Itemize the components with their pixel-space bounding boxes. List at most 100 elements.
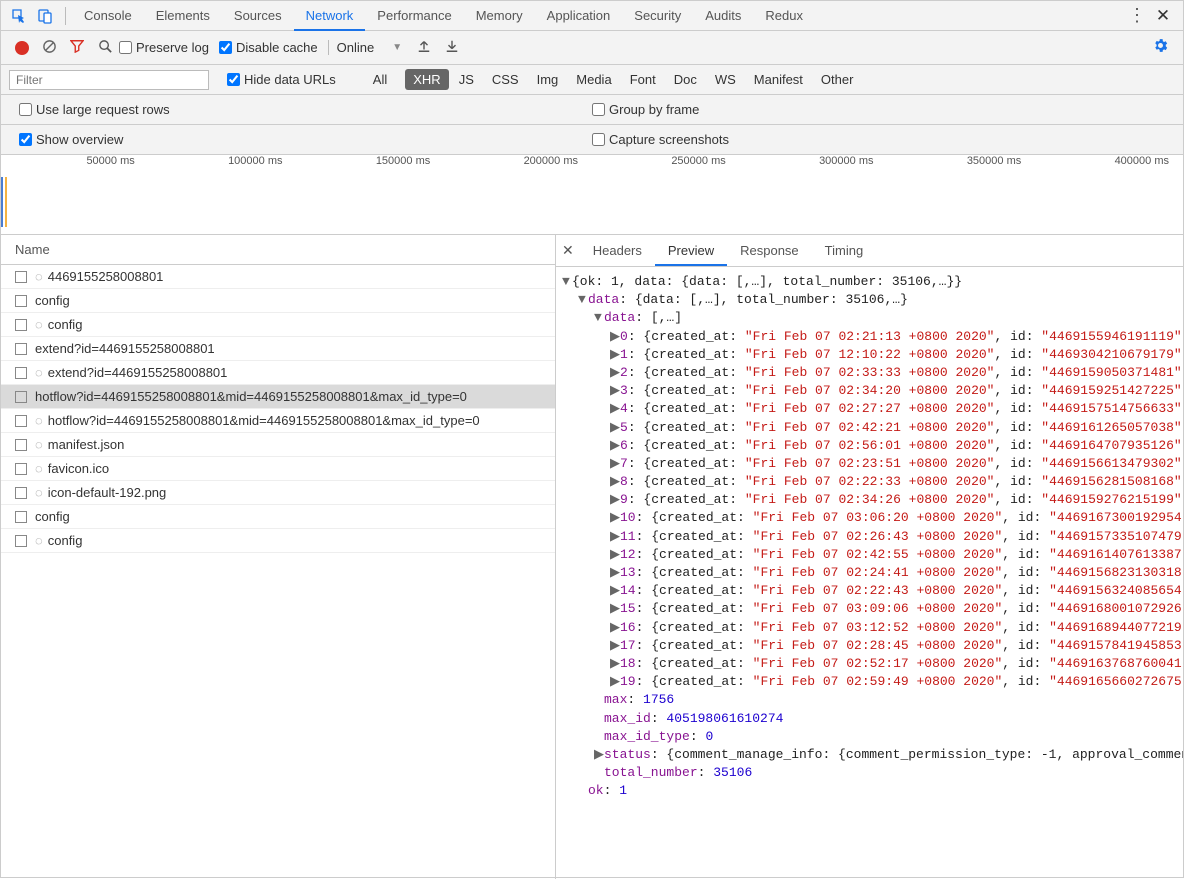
type-filter-all[interactable]: All xyxy=(365,69,395,90)
type-filter-ws[interactable]: WS xyxy=(707,69,744,90)
request-row[interactable]: ◌hotflow?id=4469155258008801&mid=4469155… xyxy=(1,409,555,433)
tree-row[interactable]: ▼data: {data: [,…], total_number: 35106,… xyxy=(560,291,1179,309)
hide-data-urls-checkbox[interactable] xyxy=(227,73,240,86)
capture-checkbox[interactable] xyxy=(592,133,605,146)
type-filter-font[interactable]: Font xyxy=(622,69,664,90)
main-tab-application[interactable]: Application xyxy=(535,2,623,29)
tree-row[interactable]: ▶15: {created_at: "Fri Feb 07 03:09:06 +… xyxy=(560,600,1179,618)
disable-cache-checkbox[interactable] xyxy=(219,41,232,54)
tree-row[interactable]: max_id_type: 0 xyxy=(560,728,1179,746)
expand-caret-icon[interactable]: ▶ xyxy=(610,346,620,364)
type-filter-media[interactable]: Media xyxy=(568,69,619,90)
main-tab-network[interactable]: Network xyxy=(294,2,366,31)
expand-caret-icon[interactable]: ▶ xyxy=(610,637,620,655)
tree-row[interactable]: ▶0: {created_at: "Fri Feb 07 02:21:13 +0… xyxy=(560,328,1179,346)
expand-caret-icon[interactable]: ▶ xyxy=(610,328,620,346)
checkbox-icon[interactable] xyxy=(15,391,27,403)
tree-row[interactable]: ▶17: {created_at: "Fri Feb 07 02:28:45 +… xyxy=(560,637,1179,655)
filter-input[interactable] xyxy=(9,70,209,90)
close-detail-icon[interactable]: ✕ xyxy=(562,242,574,259)
request-row[interactable]: ◌config xyxy=(1,529,555,553)
group-frame-checkbox[interactable] xyxy=(592,103,605,116)
expand-caret-icon[interactable]: ▶ xyxy=(610,564,620,582)
tree-row[interactable]: ▶status: {comment_manage_info: {comment_… xyxy=(560,746,1179,764)
expand-caret-icon[interactable]: ▶ xyxy=(610,655,620,673)
expand-caret-icon[interactable]: ▶ xyxy=(610,437,620,455)
tree-row[interactable]: ▶3: {created_at: "Fri Feb 07 02:34:20 +0… xyxy=(560,382,1179,400)
checkbox-icon[interactable] xyxy=(15,439,27,451)
download-icon[interactable] xyxy=(443,39,461,56)
checkbox-icon[interactable] xyxy=(15,319,27,331)
main-tab-redux[interactable]: Redux xyxy=(753,2,815,29)
expand-caret-icon[interactable]: ▶ xyxy=(610,673,620,691)
tree-row[interactable]: ▶19: {created_at: "Fri Feb 07 02:59:49 +… xyxy=(560,673,1179,691)
checkbox-icon[interactable] xyxy=(15,487,27,499)
main-tab-console[interactable]: Console xyxy=(72,2,144,29)
checkbox-icon[interactable] xyxy=(15,511,27,523)
checkbox-icon[interactable] xyxy=(15,343,27,355)
throttling-select[interactable]: Online ▼ xyxy=(328,40,410,55)
tree-row[interactable]: max_id: 405198061610274 xyxy=(560,710,1179,728)
main-tab-security[interactable]: Security xyxy=(622,2,693,29)
checkbox-icon[interactable] xyxy=(15,271,27,283)
type-filter-manifest[interactable]: Manifest xyxy=(746,69,811,90)
main-tab-performance[interactable]: Performance xyxy=(365,2,463,29)
expand-caret-icon[interactable]: ▶ xyxy=(610,419,620,437)
tree-row[interactable]: ▶6: {created_at: "Fri Feb 07 02:56:01 +0… xyxy=(560,437,1179,455)
preview-body[interactable]: ▼{ok: 1, data: {data: [,…], total_number… xyxy=(556,267,1183,879)
device-toggle-icon[interactable] xyxy=(33,4,57,28)
tree-row[interactable]: total_number: 35106 xyxy=(560,764,1179,782)
expand-caret-icon[interactable]: ▶ xyxy=(594,746,604,764)
request-row[interactable]: ◌icon-default-192.png xyxy=(1,481,555,505)
tree-row[interactable]: ▼{ok: 1, data: {data: [,…], total_number… xyxy=(560,273,1179,291)
request-row[interactable]: ◌favicon.ico xyxy=(1,457,555,481)
expand-caret-icon[interactable]: ▶ xyxy=(610,582,620,600)
detail-tab-headers[interactable]: Headers xyxy=(580,237,655,264)
request-row[interactable]: extend?id=4469155258008801 xyxy=(1,337,555,361)
expand-caret-icon[interactable]: ▶ xyxy=(610,400,620,418)
main-tab-memory[interactable]: Memory xyxy=(464,2,535,29)
tree-row[interactable]: ▶11: {created_at: "Fri Feb 07 02:26:43 +… xyxy=(560,528,1179,546)
detail-tab-timing[interactable]: Timing xyxy=(812,237,877,264)
checkbox-icon[interactable] xyxy=(15,463,27,475)
checkbox-icon[interactable] xyxy=(15,535,27,547)
detail-tab-response[interactable]: Response xyxy=(727,237,812,264)
tree-row[interactable]: ▶10: {created_at: "Fri Feb 07 03:06:20 +… xyxy=(560,509,1179,527)
kebab-menu-icon[interactable]: ⋮ xyxy=(1125,4,1149,28)
expand-caret-icon[interactable]: ▶ xyxy=(610,491,620,509)
request-row[interactable]: config xyxy=(1,505,555,529)
expand-caret-icon[interactable]: ▼ xyxy=(594,309,604,327)
filter-icon[interactable] xyxy=(68,39,86,56)
type-filter-css[interactable]: CSS xyxy=(484,69,527,90)
request-row[interactable]: config xyxy=(1,289,555,313)
request-row[interactable]: ◌extend?id=4469155258008801 xyxy=(1,361,555,385)
main-tab-audits[interactable]: Audits xyxy=(693,2,753,29)
type-filter-js[interactable]: JS xyxy=(451,69,482,90)
tree-row[interactable]: ok: 1 xyxy=(560,782,1179,800)
checkbox-icon[interactable] xyxy=(15,295,27,307)
expand-caret-icon[interactable]: ▶ xyxy=(610,382,620,400)
tree-row[interactable]: ▶9: {created_at: "Fri Feb 07 02:34:26 +0… xyxy=(560,491,1179,509)
tree-row[interactable]: ▶2: {created_at: "Fri Feb 07 02:33:33 +0… xyxy=(560,364,1179,382)
main-tab-sources[interactable]: Sources xyxy=(222,2,294,29)
show-overview-checkbox[interactable] xyxy=(19,133,32,146)
upload-icon[interactable] xyxy=(415,39,433,56)
type-filter-other[interactable]: Other xyxy=(813,69,862,90)
request-row[interactable]: hotflow?id=4469155258008801&mid=44691552… xyxy=(1,385,555,409)
tree-row[interactable]: max: 1756 xyxy=(560,691,1179,709)
expand-caret-icon[interactable]: ▼ xyxy=(562,273,572,291)
expand-caret-icon[interactable]: ▶ xyxy=(610,473,620,491)
expand-caret-icon[interactable]: ▶ xyxy=(610,528,620,546)
record-icon[interactable] xyxy=(15,41,29,55)
tree-row[interactable]: ▶4: {created_at: "Fri Feb 07 02:27:27 +0… xyxy=(560,400,1179,418)
request-row[interactable]: ◌config xyxy=(1,313,555,337)
search-icon[interactable] xyxy=(96,39,114,57)
type-filter-img[interactable]: Img xyxy=(529,69,567,90)
tree-row[interactable]: ▶12: {created_at: "Fri Feb 07 02:42:55 +… xyxy=(560,546,1179,564)
overview-timeline[interactable]: 50000 ms100000 ms150000 ms200000 ms25000… xyxy=(1,155,1183,235)
large-rows-checkbox[interactable] xyxy=(19,103,32,116)
clear-icon[interactable] xyxy=(40,39,58,57)
tree-row[interactable]: ▶1: {created_at: "Fri Feb 07 12:10:22 +0… xyxy=(560,346,1179,364)
preserve-log-checkbox[interactable] xyxy=(119,41,132,54)
name-column-header[interactable]: Name xyxy=(1,235,555,265)
